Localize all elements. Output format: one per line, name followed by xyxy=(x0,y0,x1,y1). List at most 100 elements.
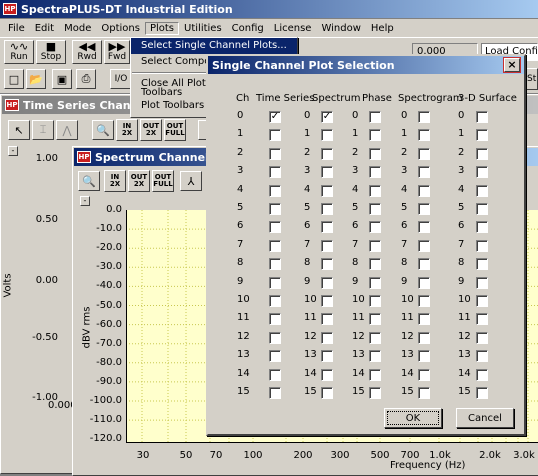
spectrum-checkbox-14[interactable] xyxy=(321,368,333,381)
time-series-checkbox-8[interactable] xyxy=(269,258,281,271)
phase-checkbox-7[interactable] xyxy=(369,239,381,252)
peak-icon-sp[interactable]: ⅄ xyxy=(180,171,202,191)
phase-checkbox-9[interactable] xyxy=(369,276,381,289)
phase-checkbox-2[interactable] xyxy=(369,147,381,160)
spectrogram-checkbox-7[interactable] xyxy=(418,239,430,252)
zoom-in-2x-icon-ts[interactable]: IN 2X xyxy=(116,119,138,141)
spectrogram-checkbox-15[interactable] xyxy=(418,387,430,399)
spectrum-checkbox-9[interactable] xyxy=(321,276,333,289)
zoom-full-icon-ts[interactable]: OUT FULL xyxy=(164,119,186,141)
time-series-checkbox-2[interactable] xyxy=(269,147,281,160)
menu-mode[interactable]: Mode xyxy=(59,22,96,35)
menu-item-plot-toolbars[interactable]: Plot Toolbars xyxy=(131,99,207,112)
spectrogram-checkbox-4[interactable] xyxy=(418,184,430,197)
spectrogram-checkbox-10[interactable] xyxy=(418,295,430,307)
stop-button[interactable]: ■ Stop xyxy=(36,40,66,64)
spectrum-checkbox-5[interactable] xyxy=(321,203,333,215)
zoom-in-2x-icon-sp[interactable]: IN 2X xyxy=(104,170,126,192)
spectrum-checkbox-4[interactable] xyxy=(321,184,333,197)
menu-window[interactable]: Window xyxy=(316,22,365,35)
spectrogram-checkbox-2[interactable] xyxy=(418,147,430,160)
spectrum-checkbox-12[interactable] xyxy=(321,331,333,344)
spectrum-checkbox-6[interactable] xyxy=(321,221,333,234)
open-folder-icon[interactable]: 📂 xyxy=(26,69,46,89)
menu-utilities[interactable]: Utilities xyxy=(179,22,227,35)
spectrogram-checkbox-12[interactable] xyxy=(418,331,430,344)
menu-options[interactable]: Options xyxy=(96,22,145,35)
time-series-checkbox-9[interactable] xyxy=(269,276,281,289)
menu-item-toolbars[interactable]: Toolbars xyxy=(131,86,207,99)
spectrum-checkbox-15[interactable] xyxy=(321,387,333,399)
time-series-checkbox-12[interactable] xyxy=(269,331,281,344)
io-button[interactable]: I/O xyxy=(110,69,132,89)
surface-checkbox-5[interactable] xyxy=(476,203,488,215)
time-series-checkbox-11[interactable] xyxy=(269,313,281,326)
cancel-button[interactable]: Cancel xyxy=(456,408,514,428)
time-series-checkbox-6[interactable] xyxy=(269,221,281,234)
run-button[interactable]: ∿∿ Run xyxy=(4,40,34,64)
menu-file[interactable]: File xyxy=(3,22,30,35)
spectrum-checkbox-10[interactable] xyxy=(321,295,333,307)
zoom-out-2x-icon-ts[interactable]: OUT 2X xyxy=(140,119,162,141)
time-series-checkbox-3[interactable] xyxy=(269,166,281,179)
marker-tool-icon[interactable]: ⌶ xyxy=(32,120,54,140)
time-series-checkbox-10[interactable] xyxy=(269,295,281,307)
menu-help[interactable]: Help xyxy=(366,22,399,35)
menu-plots[interactable]: Plots xyxy=(144,21,180,35)
close-button[interactable]: × xyxy=(504,58,520,72)
spectrogram-checkbox-13[interactable] xyxy=(418,350,430,363)
phase-checkbox-12[interactable] xyxy=(369,331,381,344)
time-series-checkbox-1[interactable] xyxy=(269,129,281,142)
menu-edit[interactable]: Edit xyxy=(30,22,59,35)
phase-checkbox-10[interactable] xyxy=(369,295,381,307)
surface-checkbox-3[interactable] xyxy=(476,166,488,179)
spectrum-checkbox-11[interactable] xyxy=(321,313,333,326)
phase-checkbox-3[interactable] xyxy=(369,166,381,179)
surface-checkbox-8[interactable] xyxy=(476,258,488,271)
menu-license[interactable]: License xyxy=(269,22,317,35)
spectrogram-checkbox-1[interactable] xyxy=(418,129,430,142)
time-series-checkbox-4[interactable] xyxy=(269,184,281,197)
rewind-button[interactable]: ◀◀ Rwd xyxy=(72,40,102,64)
surface-checkbox-15[interactable] xyxy=(476,387,488,399)
phase-checkbox-13[interactable] xyxy=(369,350,381,363)
spectrogram-checkbox-14[interactable] xyxy=(418,368,430,381)
new-icon[interactable]: □ xyxy=(4,69,24,89)
phase-checkbox-6[interactable] xyxy=(369,221,381,234)
spectrogram-checkbox-5[interactable] xyxy=(418,203,430,215)
time-series-checkbox-7[interactable] xyxy=(269,239,281,252)
surface-checkbox-7[interactable] xyxy=(476,239,488,252)
surface-checkbox-9[interactable] xyxy=(476,276,488,289)
surface-checkbox-0[interactable] xyxy=(476,111,488,123)
time-series-checkbox-15[interactable] xyxy=(269,387,281,399)
surface-checkbox-6[interactable] xyxy=(476,221,488,234)
spectrum-checkbox-7[interactable] xyxy=(321,239,333,252)
forward-button[interactable]: ▶▶ Fwd xyxy=(104,40,130,64)
phase-checkbox-15[interactable] xyxy=(369,387,381,399)
zoom-full-icon-sp[interactable]: OUT FULL xyxy=(152,170,174,192)
cursor-tool-icon[interactable]: ↖ xyxy=(8,120,30,140)
spectrum-checkbox-2[interactable] xyxy=(321,147,333,160)
phase-checkbox-0[interactable] xyxy=(369,111,381,123)
time-series-checkbox-13[interactable] xyxy=(269,350,281,363)
surface-checkbox-4[interactable] xyxy=(476,184,488,197)
spectrum-checkbox-13[interactable] xyxy=(321,350,333,363)
phase-checkbox-14[interactable] xyxy=(369,368,381,381)
peak-tool-icon[interactable]: ⋀ xyxy=(56,120,78,140)
spectrum-checkbox-8[interactable] xyxy=(321,258,333,271)
surface-checkbox-1[interactable] xyxy=(476,129,488,142)
time-series-checkbox-14[interactable] xyxy=(269,368,281,381)
menu-item-select-single-channel[interactable]: Select Single Channel Plots... xyxy=(131,38,297,54)
zoom-out-2x-icon-sp[interactable]: OUT 2X xyxy=(128,170,150,192)
phase-checkbox-8[interactable] xyxy=(369,258,381,271)
surface-checkbox-14[interactable] xyxy=(476,368,488,381)
spectrogram-checkbox-3[interactable] xyxy=(418,166,430,179)
surface-checkbox-2[interactable] xyxy=(476,147,488,160)
surface-checkbox-12[interactable] xyxy=(476,331,488,344)
spectrogram-checkbox-6[interactable] xyxy=(418,221,430,234)
save-icon[interactable]: ▣ xyxy=(52,69,72,89)
phase-checkbox-5[interactable] xyxy=(369,203,381,215)
spectrogram-checkbox-0[interactable] xyxy=(418,111,430,123)
ok-button[interactable]: OK xyxy=(384,408,442,428)
spectrum-checkbox-0[interactable]: ✓ xyxy=(321,111,333,123)
